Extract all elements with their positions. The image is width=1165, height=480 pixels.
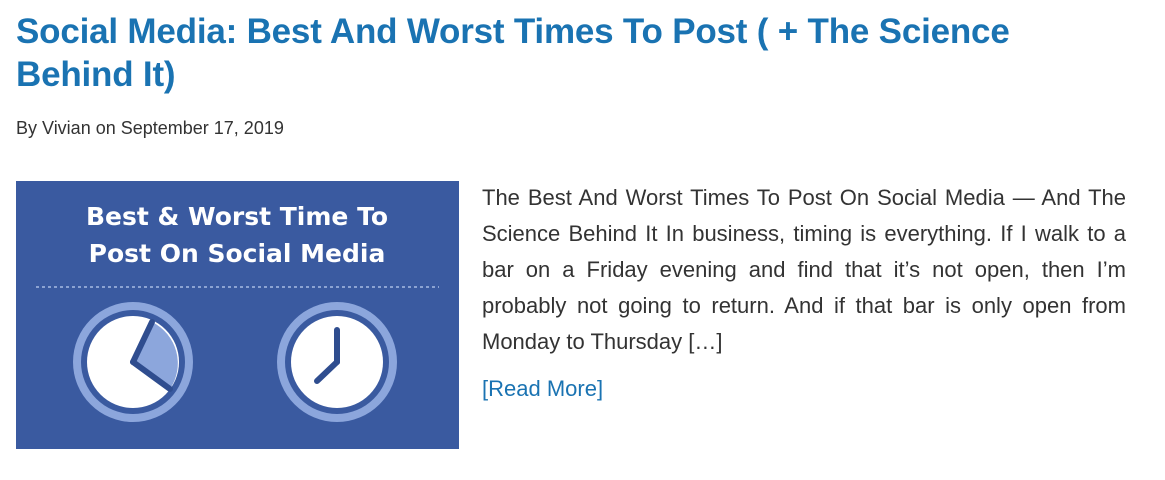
clock-icon xyxy=(73,302,193,422)
post-byline: By Vivian on September 17, 2019 xyxy=(16,118,284,138)
read-more-link[interactable]: [Read More] xyxy=(482,372,603,406)
post-excerpt: The Best And Worst Times To Post On Soci… xyxy=(482,185,1126,354)
post-title[interactable]: Social Media: Best And Worst Times To Po… xyxy=(16,10,1136,96)
clock-icon xyxy=(277,302,397,422)
thumbnail-title-line-1: Best & Worst Time To xyxy=(86,202,388,231)
thumbnail-title-line-2: Post On Social Media xyxy=(89,239,386,268)
featured-image[interactable]: Best & Worst Time To Post On Social Medi… xyxy=(16,181,459,449)
